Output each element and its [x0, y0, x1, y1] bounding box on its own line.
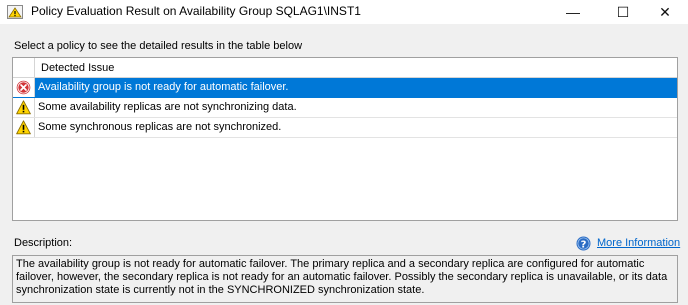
- maximize-icon: ☐: [616, 3, 630, 20]
- window-title: Policy Evaluation Result on Availability…: [31, 4, 361, 18]
- description-textbox[interactable]: The availability group is not ready for …: [12, 255, 678, 303]
- maximize-button[interactable]: ☐: [600, 0, 646, 24]
- close-icon: ✕: [659, 3, 671, 20]
- issues-table[interactable]: Detected Issue Availability group is not…: [12, 57, 678, 221]
- svg-text:?: ?: [581, 239, 587, 250]
- warning-icon: [16, 120, 31, 135]
- issue-text: Some synchronous replicas are not synchr…: [38, 121, 282, 133]
- minimize-icon: —: [566, 4, 580, 20]
- issue-text: Availability group is not ready for auto…: [38, 81, 289, 93]
- minimize-button[interactable]: —: [550, 0, 596, 24]
- error-icon: [16, 80, 31, 95]
- issue-text: Some availability replicas are not synch…: [38, 101, 297, 113]
- table-header: Detected Issue: [13, 58, 677, 78]
- column-header-detected-issue[interactable]: Detected Issue: [41, 62, 114, 74]
- icon-column-header[interactable]: [13, 58, 35, 77]
- more-information-text[interactable]: More Information: [597, 237, 680, 249]
- table-row[interactable]: Some synchronous replicas are not synchr…: [13, 118, 677, 138]
- description-label: Description:: [14, 237, 73, 249]
- instruction-text: Select a policy to see the detailed resu…: [14, 40, 303, 52]
- table-row[interactable]: Availability group is not ready for auto…: [13, 78, 677, 98]
- row-icon-cell: [13, 98, 35, 117]
- title-bar: Policy Evaluation Result on Availability…: [0, 0, 688, 24]
- help-icon[interactable]: ?: [576, 236, 591, 251]
- row-icon-cell: [13, 118, 35, 137]
- table-row[interactable]: Some availability replicas are not synch…: [13, 98, 677, 118]
- close-button[interactable]: ✕: [642, 0, 688, 24]
- row-icon-cell: [13, 78, 35, 97]
- description-text: The availability group is not ready for …: [16, 258, 668, 296]
- more-information-link[interactable]: ? More Information: [576, 235, 680, 251]
- policy-app-icon: [7, 5, 23, 19]
- warning-icon: [16, 100, 31, 115]
